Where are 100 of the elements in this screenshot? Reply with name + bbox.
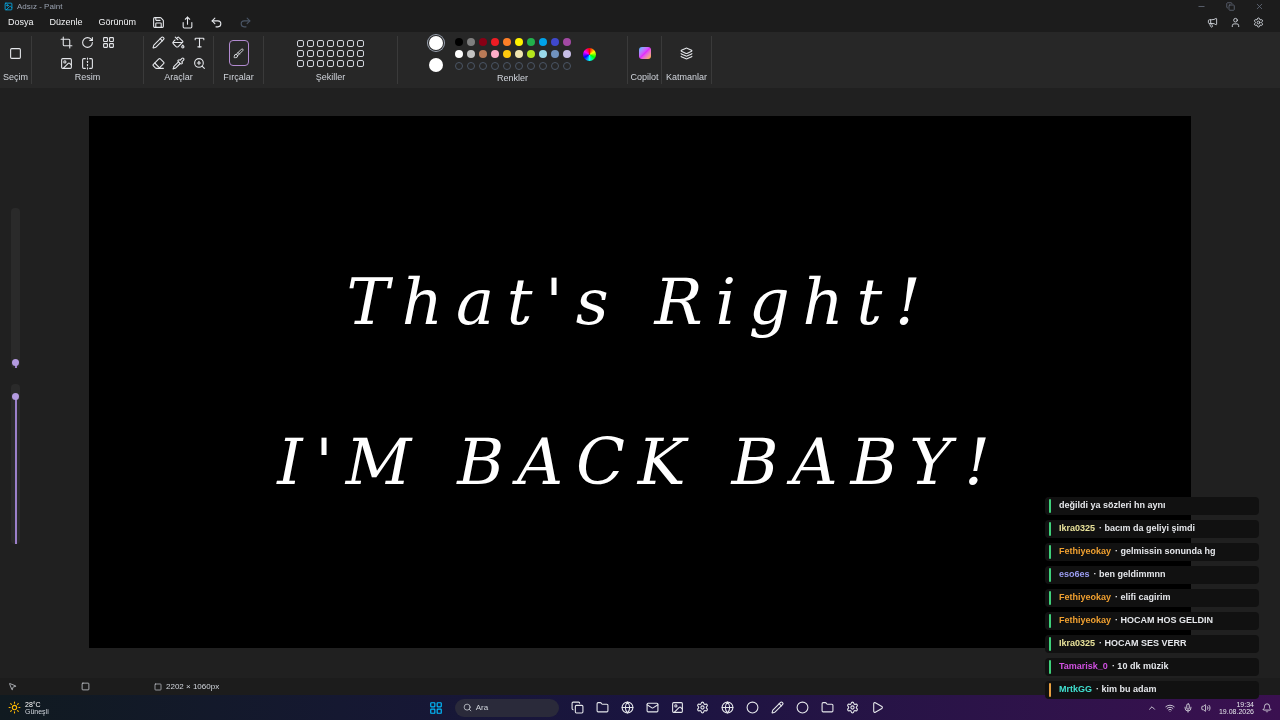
menu-item[interactable]: Dosya — [8, 15, 34, 30]
menu-item[interactable]: Düzenle — [49, 15, 83, 30]
chat-text: · elifi cagirim — [1115, 591, 1171, 605]
secondary-color[interactable] — [429, 58, 443, 72]
shapes-icon[interactable] — [297, 39, 364, 67]
selection-icon[interactable] — [9, 46, 22, 60]
group-label: Katmanlar — [666, 70, 707, 84]
rotate-icon[interactable] — [81, 36, 94, 50]
palette-swatch[interactable] — [455, 38, 463, 46]
chat-username: Fethiyeokay — [1059, 591, 1112, 605]
handwritten-text: I'M BACK BABY! — [277, 424, 1003, 501]
taskbar-app-icon[interactable] — [870, 701, 884, 714]
palette-swatch[interactable] — [527, 38, 535, 46]
palette-swatch[interactable] — [491, 38, 499, 46]
copilot-icon[interactable] — [638, 47, 651, 60]
start-icon[interactable] — [428, 700, 443, 715]
resize-icon[interactable] — [60, 57, 73, 71]
volume-icon[interactable] — [1200, 702, 1211, 713]
eraser-icon[interactable] — [152, 57, 165, 71]
palette-swatch[interactable] — [551, 38, 559, 46]
microphone-icon[interactable] — [1182, 702, 1193, 713]
chat-username: Fethiyeokay — [1059, 545, 1112, 559]
slider-track[interactable] — [11, 384, 20, 544]
magnifier-icon[interactable] — [192, 57, 206, 71]
taskbar-app-icon[interactable] — [770, 701, 784, 714]
handwritten-text: That's Right! — [346, 264, 934, 341]
palette-swatch[interactable] — [503, 50, 511, 58]
settings-icon[interactable] — [1253, 17, 1264, 28]
palette-swatch[interactable] — [527, 50, 535, 58]
share-icon[interactable] — [181, 16, 195, 29]
cursor-icon — [8, 682, 17, 691]
palette-swatch[interactable] — [515, 38, 523, 46]
palette-swatch[interactable] — [467, 38, 475, 46]
weather-icon[interactable] — [8, 701, 21, 714]
save-icon[interactable] — [152, 16, 166, 29]
group-label: Seçim — [3, 70, 28, 84]
taskbar-app-icon[interactable] — [645, 701, 659, 714]
color-picker-icon[interactable] — [172, 57, 186, 71]
undo-icon[interactable] — [210, 16, 224, 29]
taskbar-app-icon[interactable] — [595, 701, 609, 714]
search-field[interactable]: Ara — [454, 698, 559, 717]
layers-icon[interactable] — [680, 46, 693, 60]
group-label: Copilot — [630, 70, 659, 84]
taskbar-app-icon[interactable] — [620, 701, 634, 714]
text-icon[interactable] — [192, 36, 206, 50]
palette-swatch[interactable] — [467, 50, 475, 58]
taskbar-app-icon[interactable] — [720, 701, 734, 714]
palette-swatch[interactable] — [539, 38, 547, 46]
network-icon[interactable] — [1164, 702, 1175, 713]
feedback-icon[interactable] — [1207, 17, 1218, 28]
taskbar-app-icon[interactable] — [845, 701, 859, 714]
taskbar-app-icon[interactable] — [670, 701, 684, 714]
palette-swatch[interactable] — [455, 50, 463, 58]
menu-item[interactable]: Görünüm — [98, 15, 137, 30]
palette-swatch[interactable] — [503, 38, 511, 46]
palette-swatch[interactable] — [479, 38, 487, 46]
canvas-size-icon — [154, 682, 162, 691]
account-icon[interactable] — [1230, 17, 1241, 28]
palette-swatch[interactable] — [479, 50, 487, 58]
group-label: Araçlar — [164, 70, 193, 84]
slider-track[interactable] — [11, 208, 20, 368]
palette-swatch[interactable] — [551, 50, 559, 58]
palette-swatch[interactable] — [563, 50, 571, 58]
primary-color[interactable] — [429, 36, 443, 50]
flip-icon[interactable] — [81, 57, 94, 71]
chat-username: eso6es — [1059, 568, 1090, 582]
chat-username: MrtkGG — [1059, 683, 1092, 697]
taskbar-app-icon[interactable] — [745, 701, 759, 714]
chat-text: değildi ya sözleri hn aynı — [1059, 499, 1166, 513]
chat-username: Ikra0325 — [1059, 522, 1096, 536]
slider-thumb[interactable] — [12, 359, 19, 367]
canvas-size: 2202 × 1060px — [166, 680, 220, 693]
taskbar-app-icon[interactable] — [795, 701, 809, 714]
palette-swatch[interactable] — [563, 38, 571, 46]
chat-text: · 10 dk müzik — [1111, 660, 1169, 674]
search-icon — [462, 703, 472, 712]
chat-username: Ikra0325 — [1059, 637, 1096, 651]
taskbar-app-icon[interactable] — [695, 701, 709, 714]
slider-thumb[interactable] — [12, 392, 19, 400]
color-wheel-icon[interactable] — [583, 47, 596, 61]
palette-swatch[interactable] — [539, 50, 547, 58]
palette-swatch[interactable] — [491, 50, 499, 58]
app-icon — [4, 2, 13, 11]
window-title: Adsız - Paint — [17, 0, 63, 13]
chat-text: · kim bu adam — [1096, 683, 1157, 697]
chat-username: Tamarisk_0 — [1059, 660, 1108, 674]
group-label: Şekiller — [315, 70, 346, 84]
pencil-icon[interactable] — [152, 36, 165, 50]
close-icon[interactable] — [1255, 2, 1264, 11]
brush-button[interactable] — [228, 40, 249, 67]
chat-username: Fethiyeokay — [1059, 614, 1112, 628]
chat-text: · ben geldimmnn — [1093, 568, 1166, 582]
fill-icon[interactable] — [172, 36, 186, 50]
crop-icon[interactable] — [60, 36, 73, 50]
palette-swatch[interactable] — [515, 50, 523, 58]
taskbar-app-icon[interactable] — [820, 701, 834, 714]
chat-text: · HOCAM SES VERR — [1099, 637, 1187, 651]
notification-icon[interactable] — [1262, 702, 1272, 713]
group-label: Resim — [74, 70, 101, 84]
taskbar-app-icon[interactable] — [570, 701, 584, 714]
